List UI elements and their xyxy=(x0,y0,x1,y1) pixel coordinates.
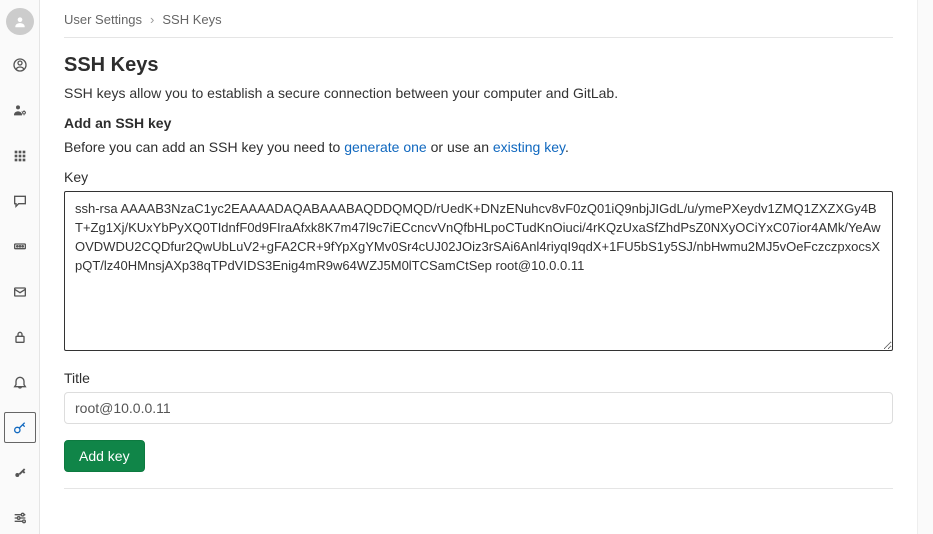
page-title: SSH Keys xyxy=(64,54,893,77)
breadcrumb-parent[interactable]: User Settings xyxy=(64,12,142,27)
lock-icon xyxy=(12,329,28,345)
grid-icon xyxy=(12,148,28,164)
sidebar-item-applications[interactable] xyxy=(4,140,36,171)
sliders-icon xyxy=(12,510,28,526)
add-key-button[interactable]: Add key xyxy=(64,440,145,472)
bell-icon xyxy=(12,374,28,390)
breadcrumb: User Settings › SSH Keys xyxy=(64,12,893,37)
hint-text: Before you can add an SSH key you need t… xyxy=(64,139,893,155)
sidebar-item-notifications[interactable] xyxy=(4,367,36,398)
key-icon xyxy=(12,420,28,436)
page-description: SSH keys allow you to establish a secure… xyxy=(64,85,893,101)
sidebar-item-preferences[interactable] xyxy=(4,503,36,534)
right-gutter xyxy=(917,0,933,534)
sidebar-item-account[interactable] xyxy=(4,95,36,126)
generate-key-link[interactable]: generate one xyxy=(344,139,427,155)
key-label: Key xyxy=(64,169,893,185)
user-icon xyxy=(13,15,27,29)
section-subhead: Add an SSH key xyxy=(64,115,893,131)
main-content: User Settings › SSH Keys SSH Keys SSH ke… xyxy=(40,0,917,534)
title-label: Title xyxy=(64,370,893,386)
key-textarea[interactable] xyxy=(64,191,893,351)
breadcrumb-current: SSH Keys xyxy=(162,12,221,27)
sidebar-item-profile[interactable] xyxy=(4,49,36,80)
chat-icon xyxy=(12,193,28,209)
sidebar-item-chat[interactable] xyxy=(4,185,36,216)
existing-key-link[interactable]: existing key xyxy=(493,139,565,155)
sidebar xyxy=(0,0,40,534)
chevron-right-icon: › xyxy=(150,12,154,27)
title-input[interactable] xyxy=(64,392,893,424)
sidebar-item-emails[interactable] xyxy=(4,276,36,307)
key-icon xyxy=(12,465,28,481)
user-gear-icon xyxy=(12,102,28,118)
sidebar-item-tokens[interactable] xyxy=(4,231,36,262)
divider xyxy=(64,488,893,489)
divider xyxy=(64,37,893,38)
sidebar-item-password[interactable] xyxy=(4,321,36,352)
user-avatar[interactable] xyxy=(6,8,34,35)
sidebar-item-ssh-keys[interactable] xyxy=(4,412,36,443)
sidebar-item-gpg-keys[interactable] xyxy=(4,457,36,488)
mail-icon xyxy=(12,284,28,300)
profile-icon xyxy=(12,57,28,73)
token-icon xyxy=(12,238,28,254)
